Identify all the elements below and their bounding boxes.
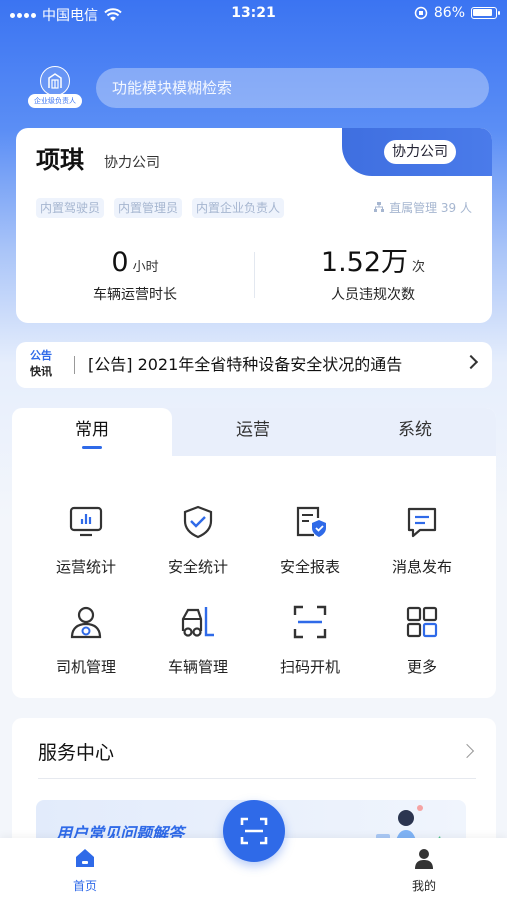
driver-icon [70, 606, 102, 639]
role-chip: 内置驾驶员 [36, 198, 105, 218]
shield-check-icon [183, 505, 213, 539]
func-safety-report[interactable]: 安全报表 [254, 504, 366, 577]
company-avatar[interactable]: 企业级负责人 [28, 66, 82, 112]
nav-home-label: 首页 [72, 879, 97, 893]
func-safety-stats[interactable]: 安全统计 [142, 504, 254, 577]
role-chip: 内置企业负责人 [192, 198, 285, 218]
forklift-icon [181, 607, 214, 637]
message-icon [407, 507, 437, 538]
func-label: 司机管理 [55, 658, 116, 676]
stat-value: 1.52万 [320, 247, 409, 278]
notice-separator [74, 356, 75, 374]
func-vehicle-manage[interactable]: 车辆管理 [142, 604, 254, 677]
search-input[interactable]: 功能模块模糊检索 [96, 68, 489, 108]
report-shield-icon [296, 506, 326, 537]
battery-icon [471, 7, 500, 19]
company-name: 协力公司 [104, 155, 160, 171]
nav-mine-label: 我的 [411, 879, 436, 893]
notice-tag-line1: 公告 [30, 349, 52, 362]
func-label: 运营统计 [55, 558, 116, 576]
chevron-right-icon[interactable] [459, 743, 475, 759]
stat-violations[interactable]: 1.52万次 人员违规次数 [254, 246, 492, 304]
scan-button[interactable] [223, 800, 285, 862]
status-bar: 中国电信 13:21 86% [0, 0, 507, 28]
function-panel: 常用 运营 系统 运营统计 安全统计 安全报表 消息发布 司机管理 车辆管理 扫… [12, 408, 496, 698]
notice-bar[interactable]: 公告 快讯 [公告] 2021年全省特种设备安全状况的通告 [16, 342, 492, 388]
stat-operation-hours[interactable]: 0 小时 车辆运营时长 [16, 246, 254, 304]
func-driver-manage[interactable]: 司机管理 [30, 604, 142, 677]
stat-label: 人员违规次数 [331, 287, 415, 303]
notice-tag-line2: 快讯 [30, 365, 52, 378]
tab-bar: 常用 运营 系统 [12, 408, 496, 456]
user-icon [415, 849, 433, 869]
nav-mine[interactable]: 我的 [394, 846, 454, 894]
notice-text: [公告] 2021年全省特种设备安全状况的通告 [88, 355, 403, 374]
direct-manage[interactable]: 直属管理 39 人 [373, 198, 472, 218]
stat-label: 车辆运营时长 [93, 287, 177, 303]
tab-operation[interactable]: 运营 [172, 408, 334, 456]
func-label: 扫码开机 [279, 658, 340, 676]
grid-more-icon [406, 606, 438, 638]
notice-tag: 公告 快讯 [30, 348, 60, 380]
profile-card: 协力公司 项琪 协力公司 内置驾驶员 内置管理员 内置企业负责人 直属管理 39… [16, 128, 492, 323]
org-icon [374, 202, 385, 212]
company-switch-button[interactable]: 协力公司 [384, 140, 456, 164]
tab-system[interactable]: 系统 [334, 408, 496, 456]
func-label: 安全统计 [167, 558, 228, 576]
scan-icon [293, 605, 327, 639]
func-more[interactable]: 更多 [366, 604, 478, 677]
func-label: 车辆管理 [167, 658, 228, 676]
stat-value: 0 [111, 247, 129, 278]
home-icon [76, 849, 94, 867]
building-icon [40, 66, 70, 96]
scan-icon [240, 817, 268, 845]
stat-unit: 次 [412, 260, 426, 275]
divider [38, 778, 476, 779]
battery-percent: 86% [433, 5, 465, 21]
func-label: 消息发布 [391, 558, 452, 576]
stat-unit: 小时 [132, 260, 159, 275]
role-list: 内置驾驶员 内置管理员 内置企业负责人 [36, 198, 285, 218]
role-tag: 企业级负责人 [28, 94, 82, 108]
func-scan-start[interactable]: 扫码开机 [254, 604, 366, 677]
user-name: 项琪 [36, 146, 84, 174]
func-label: 安全报表 [279, 558, 340, 576]
service-title[interactable]: 服务中心 [38, 738, 114, 765]
chart-board-icon [69, 506, 103, 537]
tab-indicator [82, 446, 102, 449]
chevron-right-icon [463, 354, 479, 370]
nav-home[interactable]: 首页 [55, 846, 115, 894]
func-message-publish[interactable]: 消息发布 [366, 504, 478, 577]
func-label: 更多 [406, 658, 437, 676]
direct-manage-label: 直属管理 39 人 [389, 201, 472, 215]
orientation-lock-icon [414, 6, 428, 20]
func-operation-stats[interactable]: 运营统计 [30, 504, 142, 577]
role-chip: 内置管理员 [114, 198, 183, 218]
